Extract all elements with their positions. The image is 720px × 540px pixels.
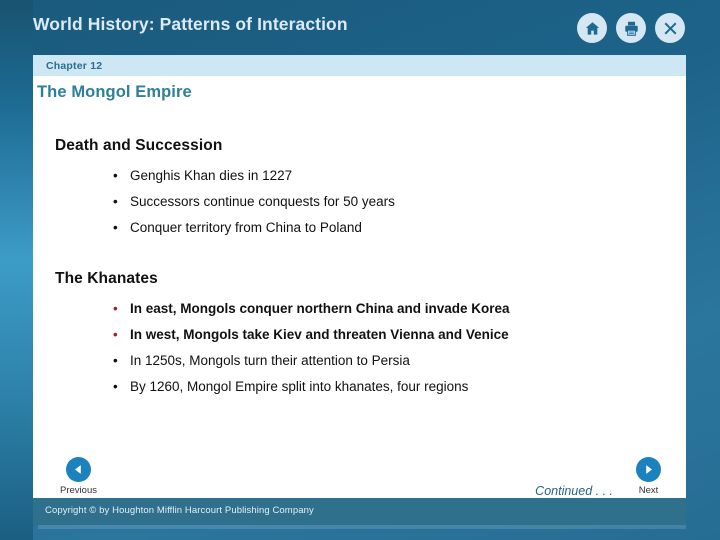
section-the-khanates: The Khanates • In east, Mongols conquer …: [55, 270, 510, 400]
bullet-text: In east, Mongols conquer northern China …: [130, 301, 510, 316]
copyright-bar-shadow: [38, 525, 686, 529]
next-button[interactable]: Next: [625, 457, 672, 496]
section-heading: The Khanates: [55, 270, 158, 287]
next-arrow-icon: [636, 457, 661, 482]
list-item: • In east, Mongols conquer northern Chin…: [113, 296, 510, 322]
previous-label: Previous: [60, 485, 97, 496]
bullet-text: Successors continue conquests for 50 yea…: [130, 194, 395, 209]
continued-label: Continued . . .: [535, 484, 613, 498]
chapter-bar: Chapter 12: [33, 55, 686, 76]
bullet-list: • In east, Mongols conquer northern Chin…: [113, 296, 510, 400]
bullet-list: • Genghis Khan dies in 1227 • Successors…: [113, 163, 395, 241]
bullet-marker: •: [113, 220, 118, 235]
list-item: • Conquer territory from China to Poland: [113, 215, 395, 241]
bullet-marker: •: [113, 168, 118, 183]
page-title: World History: Patterns of Interaction: [33, 14, 348, 34]
previous-arrow-icon: [66, 457, 91, 482]
close-icon-button[interactable]: [655, 13, 685, 43]
close-icon: [662, 20, 679, 37]
bullet-text: Conquer territory from China to Poland: [130, 220, 362, 235]
footer-navigation: Previous Continued . . . Next: [33, 455, 686, 498]
print-icon-button[interactable]: [616, 13, 646, 43]
bullet-text: In west, Mongols take Kiev and threaten …: [130, 327, 509, 342]
bullet-text: Genghis Khan dies in 1227: [130, 168, 293, 183]
bullet-marker: •: [113, 327, 118, 342]
slide-root: World History: Patterns of Interaction C…: [0, 0, 720, 540]
bullet-marker: •: [113, 353, 118, 368]
content-panel: Chapter 12 The Mongol Empire Death and S…: [33, 55, 686, 498]
header-icon-group: [577, 13, 685, 43]
section-heading: Death and Succession: [55, 137, 223, 154]
copyright-text: Copyright © by Houghton Mifflin Harcourt…: [45, 505, 314, 516]
chapter-label: Chapter 12: [46, 60, 103, 72]
section-death-and-succession: Death and Succession • Genghis Khan dies…: [55, 137, 395, 241]
header-bar: World History: Patterns of Interaction: [0, 0, 720, 55]
list-item: • In 1250s, Mongols turn their attention…: [113, 348, 510, 374]
bullet-marker: •: [113, 379, 118, 394]
bullet-marker: •: [113, 301, 118, 316]
left-accent-strip: [0, 0, 33, 540]
copyright-bar: Copyright © by Houghton Mifflin Harcourt…: [33, 498, 686, 525]
print-icon: [623, 20, 640, 37]
list-item: • Successors continue conquests for 50 y…: [113, 189, 395, 215]
bullet-marker: •: [113, 194, 118, 209]
list-item: • By 1260, Mongol Empire split into khan…: [113, 374, 510, 400]
bullet-text: By 1260, Mongol Empire split into khanat…: [130, 379, 469, 394]
bullet-text: In 1250s, Mongols turn their attention t…: [130, 353, 410, 368]
lesson-title: The Mongol Empire: [37, 83, 192, 101]
list-item: • Genghis Khan dies in 1227: [113, 163, 395, 189]
next-label: Next: [638, 485, 659, 496]
home-icon: [584, 20, 601, 37]
list-item: • In west, Mongols take Kiev and threate…: [113, 322, 510, 348]
previous-button[interactable]: Previous: [55, 457, 102, 496]
home-icon-button[interactable]: [577, 13, 607, 43]
